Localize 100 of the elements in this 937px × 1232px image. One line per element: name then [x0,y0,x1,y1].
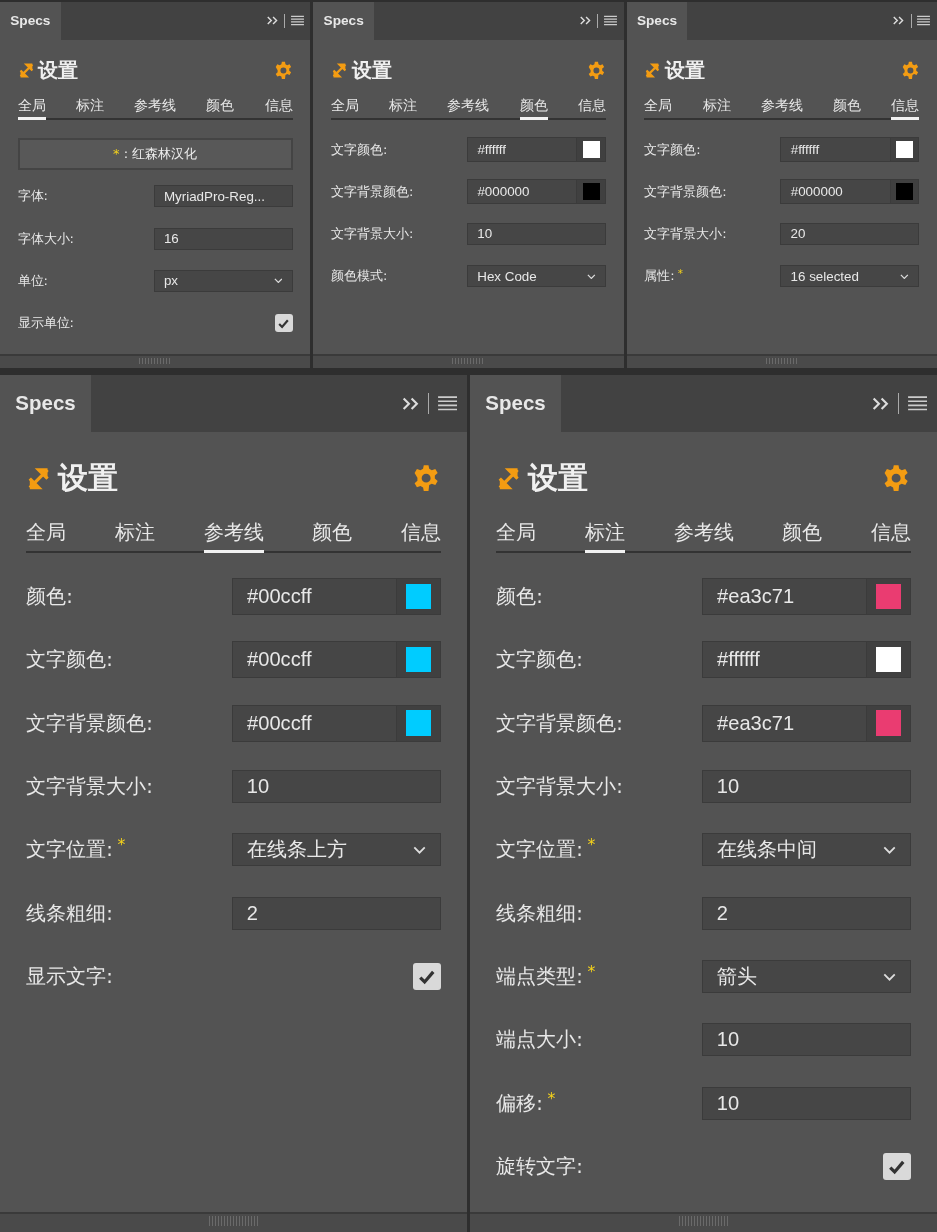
dropdown[interactable]: 16 selected [780,265,920,288]
tab[interactable]: 颜色 [833,97,862,121]
input-field[interactable]: #ffffff [780,137,890,162]
tab[interactable]: 参考线 [134,97,177,121]
double-chevron-icon[interactable] [579,16,592,26]
tab[interactable]: 信息 [891,97,920,121]
tab[interactable]: 参考线 [447,97,490,121]
input-field[interactable]: #000000 [780,179,890,205]
dropdown[interactable]: 在线条中间 [701,833,911,867]
field-label: 文字位置: * [26,836,126,864]
input-field[interactable]: #ffffff [467,137,577,162]
menu-icon[interactable] [290,15,304,27]
dropdown[interactable]: 箭头 [701,960,911,994]
dropdown[interactable]: Hex Code [466,265,607,288]
tab[interactable]: 信息 [400,518,441,553]
tab[interactable]: 信息 [578,97,607,121]
tab[interactable]: 信息 [870,518,911,553]
color-swatch[interactable] [576,137,607,162]
color-swatch[interactable] [395,641,441,679]
input-field[interactable]: 2 [701,896,911,930]
input-field[interactable]: #00ccff [232,704,396,742]
checkbox[interactable] [413,962,441,991]
tab[interactable]: 颜色 [519,97,548,121]
tab[interactable]: 标注 [75,97,104,121]
input-field[interactable]: 10 [466,222,607,246]
field-label: 字体: [17,187,48,206]
color-swatch[interactable] [395,577,441,615]
diagonal-arrow-icon [496,465,522,492]
field-label: 线条粗细: [26,900,113,927]
tab[interactable]: 参考线 [760,97,803,121]
color-swatch[interactable] [889,179,920,205]
input-field[interactable]: 10 [231,769,441,804]
field-label: 文字颜色: [496,647,583,674]
input-field[interactable]: 2 [231,896,441,930]
field-label: 文字颜色: [26,647,113,674]
chevron-down-icon [882,845,896,854]
input-field[interactable]: #00ccff [232,641,396,679]
tab[interactable]: 参考线 [673,518,734,553]
input-field[interactable]: 20 [780,222,920,246]
menu-icon[interactable] [907,395,928,412]
color-swatch[interactable] [865,641,911,679]
input-field[interactable]: MyriadPro-Reg... [153,185,293,208]
resize-grip[interactable] [209,1216,258,1227]
input-field[interactable]: 10 [701,769,911,804]
credit-button[interactable]: * : 红森林汉化 [17,137,293,171]
menu-icon[interactable] [917,15,931,27]
tab[interactable]: 颜色 [312,518,353,553]
resize-grip[interactable] [765,357,799,365]
color-swatch[interactable] [865,704,911,742]
panel-tab[interactable]: Specs [626,2,688,40]
menu-icon[interactable] [437,395,458,412]
field-label: 文字背景大小: [26,774,153,800]
settings-icon[interactable] [587,61,607,81]
double-chevron-icon[interactable] [870,396,890,411]
double-chevron-icon[interactable] [400,396,420,411]
field-label: 属性: * [644,267,683,286]
input-field[interactable]: 16 [153,227,293,250]
color-swatch[interactable] [865,577,911,615]
tab[interactable]: 全局 [644,97,673,121]
tab[interactable]: 标注 [702,97,731,121]
dropdown[interactable]: 在线条上方 [231,833,441,867]
tab[interactable]: 信息 [264,97,293,121]
input-field[interactable]: #ea3c71 [702,577,866,615]
tab[interactable]: 全局 [26,518,67,553]
tab[interactable]: 颜色 [782,518,823,553]
dropdown[interactable]: px [153,269,293,292]
panel-tab[interactable]: Specs [313,2,374,40]
input-field[interactable]: 10 [701,1023,911,1057]
tab[interactable]: 标注 [389,97,418,121]
checkbox[interactable] [883,1153,911,1181]
field-label: 线条粗细: [496,900,583,927]
resize-grip[interactable] [679,1216,728,1227]
input-field[interactable]: #ea3c71 [702,704,866,742]
tab[interactable]: 全局 [496,518,537,553]
input-field[interactable]: #000000 [467,179,577,205]
tab[interactable]: 全局 [17,97,46,121]
field-label: 偏移: * [496,1089,556,1117]
resize-grip[interactable] [452,357,485,365]
input-field[interactable]: #ffffff [702,641,866,679]
resize-grip[interactable] [138,357,172,365]
color-swatch[interactable] [576,179,607,205]
menu-icon[interactable] [604,15,618,27]
chevron-down-icon [900,273,910,279]
panel-tab[interactable]: Specs [0,375,91,432]
checkbox[interactable] [274,313,293,333]
input-field[interactable]: 10 [701,1086,911,1120]
panel-tab[interactable]: Specs [470,375,561,432]
double-chevron-icon[interactable] [892,16,905,26]
tab[interactable]: 参考线 [203,518,264,553]
panel-tab[interactable]: Specs [0,2,61,40]
tab[interactable]: 标注 [584,518,625,553]
tab[interactable]: 标注 [114,518,155,553]
color-swatch[interactable] [395,704,441,742]
double-chevron-icon[interactable] [265,16,279,26]
settings-icon[interactable] [273,61,293,81]
input-field[interactable]: #00ccff [232,577,396,615]
settings-icon[interactable] [900,61,920,81]
tab[interactable]: 全局 [330,97,359,121]
tab[interactable]: 颜色 [206,97,235,121]
color-swatch[interactable] [889,137,920,162]
